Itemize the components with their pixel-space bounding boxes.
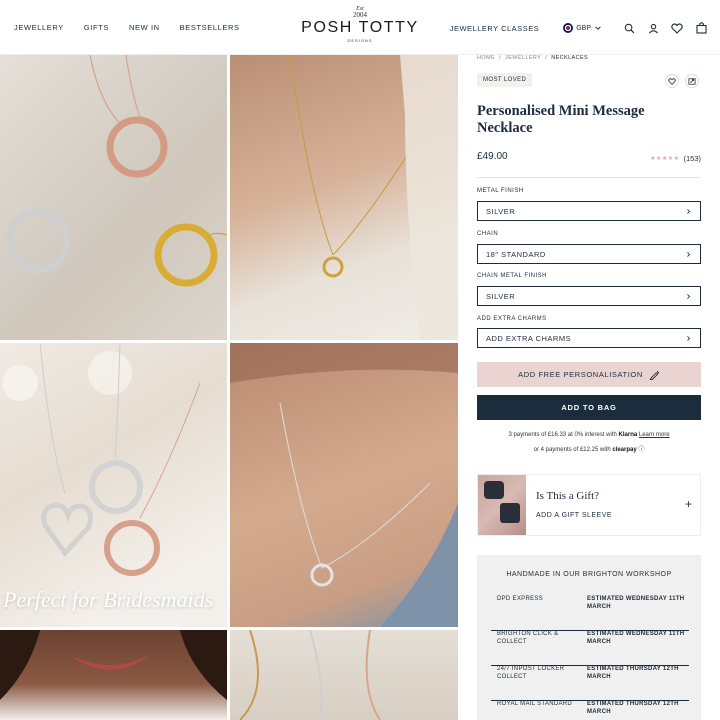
delivery-method: ROYAL MAIL STANDARD (497, 701, 573, 707)
nav-gifts[interactable]: GIFTS (84, 23, 109, 32)
gallery-image-model-smile[interactable] (0, 630, 227, 720)
site-logo[interactable]: Est 2004 POSH TOTTY DESIGNS (300, 6, 420, 43)
plus-icon[interactable]: + (685, 497, 692, 511)
gallery-image-model-gold[interactable] (230, 55, 458, 340)
delivery-row: BRIGHTON CLICK & COLLECT ESTIMATED WEDNE… (491, 631, 689, 666)
option-value-chain-metal: SILVER (486, 291, 516, 301)
personalise-label: ADD FREE PERSONALISATION (518, 370, 643, 379)
gift-box-shape (484, 481, 504, 499)
option-label-extra-charms: ADD EXTRA CHARMS (477, 316, 547, 322)
add-personalisation-button[interactable]: ADD FREE PERSONALISATION (477, 362, 701, 387)
delivery-method: BRIGHTON CLICK & COLLECT (497, 631, 559, 645)
site-header: JEWELLERY GIFTS NEW IN BESTSELLERS Est 2… (0, 0, 720, 55)
option-label-metal-finish: METAL FINISH (477, 188, 524, 194)
option-select-chain[interactable]: 18" STANDARD (477, 244, 701, 264)
nav-bestsellers[interactable]: BESTSELLERS (180, 23, 240, 32)
gift-subtitle: ADD A GIFT SLEEVE (536, 512, 613, 519)
product-gallery: Perfect for Bridesmaids (0, 55, 458, 720)
chevron-right-icon (687, 251, 691, 257)
delivery-method: 24/7 INPOST LOCKER COLLECT (497, 666, 565, 680)
breadcrumb-home[interactable]: HOME (477, 55, 495, 61)
info-icon[interactable]: ⓘ (638, 447, 644, 453)
delivery-heading: HANDMADE IN OUR BRIGHTON WORKSHOP (506, 571, 672, 578)
gallery-overlay-text: Perfect for Bridesmaids (3, 587, 214, 612)
logo-name: POSH TOTTY (301, 19, 419, 36)
breadcrumb-separator: / (499, 55, 502, 61)
gallery-image-rings-flatlay[interactable] (0, 55, 227, 340)
main-nav: JEWELLERY GIFTS NEW IN BESTSELLERS (14, 23, 240, 32)
product-rating[interactable]: ★★★★★ (153) (650, 154, 701, 163)
product-title: Personalised Mini Message Necklace (477, 103, 645, 136)
logo-year: 2004 (353, 11, 367, 19)
option-select-extra-charms[interactable]: ADD EXTRA CHARMS (477, 328, 701, 348)
delivery-method: DPD EXPRESS (497, 596, 543, 602)
delivery-row: ROYAL MAIL STANDARD ESTIMATED THURSDAY 1… (491, 701, 689, 720)
share-icon[interactable] (685, 74, 699, 88)
breadcrumb-jewellery[interactable]: JEWELLERY (505, 55, 541, 61)
necklace-rings-illustration (0, 55, 227, 287)
gallery-image-model-silver[interactable] (230, 343, 458, 627)
logo-tagline: DESIGNS (347, 38, 373, 43)
model-neck-illustration (289, 55, 458, 340)
delivery-estimate: ESTIMATED WEDNESDAY 11TH MARCH (587, 631, 685, 645)
delivery-row: DPD EXPRESS ESTIMATED WEDNESDAY 11TH MAR… (491, 596, 689, 631)
nav-new-in[interactable]: NEW IN (129, 23, 160, 32)
option-value-chain: 18" STANDARD (486, 249, 546, 259)
bridesmaid-necklaces-illustration (2, 343, 201, 576)
chevron-right-icon (687, 293, 691, 299)
most-loved-badge: MOST LOVED (477, 73, 533, 87)
pen-sparkle-icon (649, 370, 660, 380)
uk-flag-icon (563, 23, 574, 33)
nav-jewellery-classes[interactable]: JEWELLERY CLASSES (450, 24, 540, 33)
option-label-chain-metal: CHAIN METAL FINISH (477, 273, 548, 279)
klarna-learn-more-link[interactable]: Learn more (639, 432, 670, 438)
breadcrumb-current[interactable]: NECKLACES (551, 55, 588, 61)
chains-illustration (239, 630, 381, 720)
currency-selector[interactable]: GBP (563, 23, 602, 33)
breadcrumb-separator: / (545, 55, 548, 61)
option-select-metal-finish[interactable]: SILVER (477, 201, 701, 221)
clearpay-text: or 4 payments of £12.25 with (533, 447, 611, 453)
option-label-chain: CHAIN (477, 231, 499, 237)
klarna-message: 3 payments of £16.33 at 0% interest with… (477, 432, 701, 438)
delivery-estimate: ESTIMATED WEDNESDAY 11TH MARCH (587, 596, 685, 610)
klarna-logo: Klarna (618, 432, 638, 438)
gallery-image-bridesmaids[interactable]: Perfect for Bridesmaids (0, 343, 227, 627)
bag-icon[interactable] (694, 21, 708, 35)
add-to-bag-button[interactable]: ADD TO BAG (477, 395, 701, 420)
clearpay-logo: clearpay (612, 447, 637, 453)
gift-sleeve-card[interactable]: Is This a Gift? ADD A GIFT SLEEVE + (477, 474, 701, 536)
gift-title: Is This a Gift? (536, 490, 600, 502)
review-count: (153) (683, 154, 701, 163)
wishlist-heart-icon[interactable] (665, 74, 679, 88)
breadcrumb: HOME / JEWELLERY / NECKLACES (477, 55, 588, 61)
option-select-chain-metal[interactable]: SILVER (477, 286, 701, 306)
account-icon[interactable] (646, 21, 660, 35)
gift-box-shape (500, 503, 520, 523)
search-icon[interactable] (622, 21, 636, 35)
divider (477, 177, 701, 178)
gallery-image-chains[interactable] (230, 630, 458, 720)
chevron-right-icon (687, 208, 691, 214)
currency-label: GBP (576, 24, 591, 32)
model-silver-illustration (230, 343, 458, 627)
gift-box-image (478, 475, 526, 535)
klarna-text: 3 payments of £16.33 at 0% interest with (508, 432, 617, 438)
header-actions: JEWELLERY CLASSES GBP (450, 21, 708, 35)
option-value-metal-finish: SILVER (486, 206, 516, 216)
nav-jewellery[interactable]: JEWELLERY (14, 23, 64, 32)
rating-stars-icon: ★★★★★ (650, 156, 680, 162)
model-smile-illustration (0, 630, 227, 700)
chevron-right-icon (687, 335, 691, 341)
product-price: £49.00 (477, 151, 508, 162)
delivery-row: 24/7 INPOST LOCKER COLLECT ESTIMATED THU… (491, 666, 689, 701)
delivery-estimate: ESTIMATED THURSDAY 12TH MARCH (587, 701, 679, 715)
delivery-estimate: ESTIMATED THURSDAY 12TH MARCH (587, 666, 679, 680)
chevron-down-icon (595, 26, 601, 30)
wishlist-icon[interactable] (670, 21, 684, 35)
delivery-info: HANDMADE IN OUR BRIGHTON WORKSHOP DPD EX… (477, 555, 701, 720)
clearpay-message: or 4 payments of £12.25 with clearpay ⓘ (477, 444, 701, 453)
option-value-extra-charms: ADD EXTRA CHARMS (486, 333, 572, 343)
